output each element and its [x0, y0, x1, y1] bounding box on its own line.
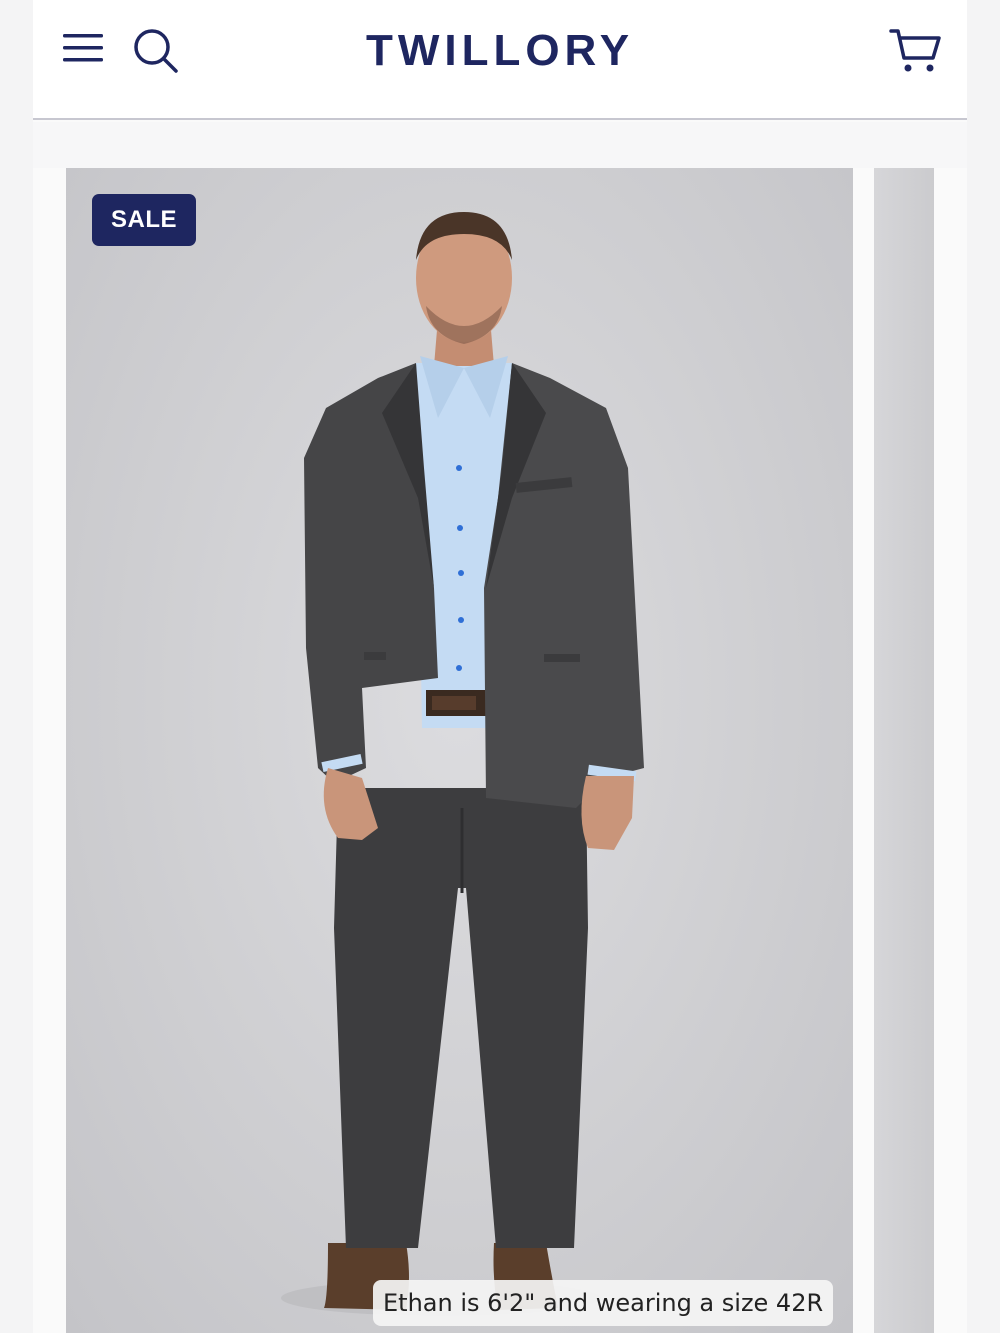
site-header: TWILLORY: [33, 0, 967, 120]
header-spacer: [33, 122, 967, 168]
product-image-next-preview[interactable]: [874, 168, 934, 1333]
brand-logo[interactable]: TWILLORY: [33, 26, 967, 76]
model-size-caption: Ethan is 6'2" and wearing a size 42R: [373, 1280, 834, 1326]
sale-badge: SALE: [92, 194, 196, 246]
product-image-main[interactable]: SALE Ethan is 6'2" and wearing a size 42…: [66, 168, 853, 1333]
model-photo: [281, 212, 644, 1316]
shopping-cart-icon[interactable]: [889, 26, 941, 74]
